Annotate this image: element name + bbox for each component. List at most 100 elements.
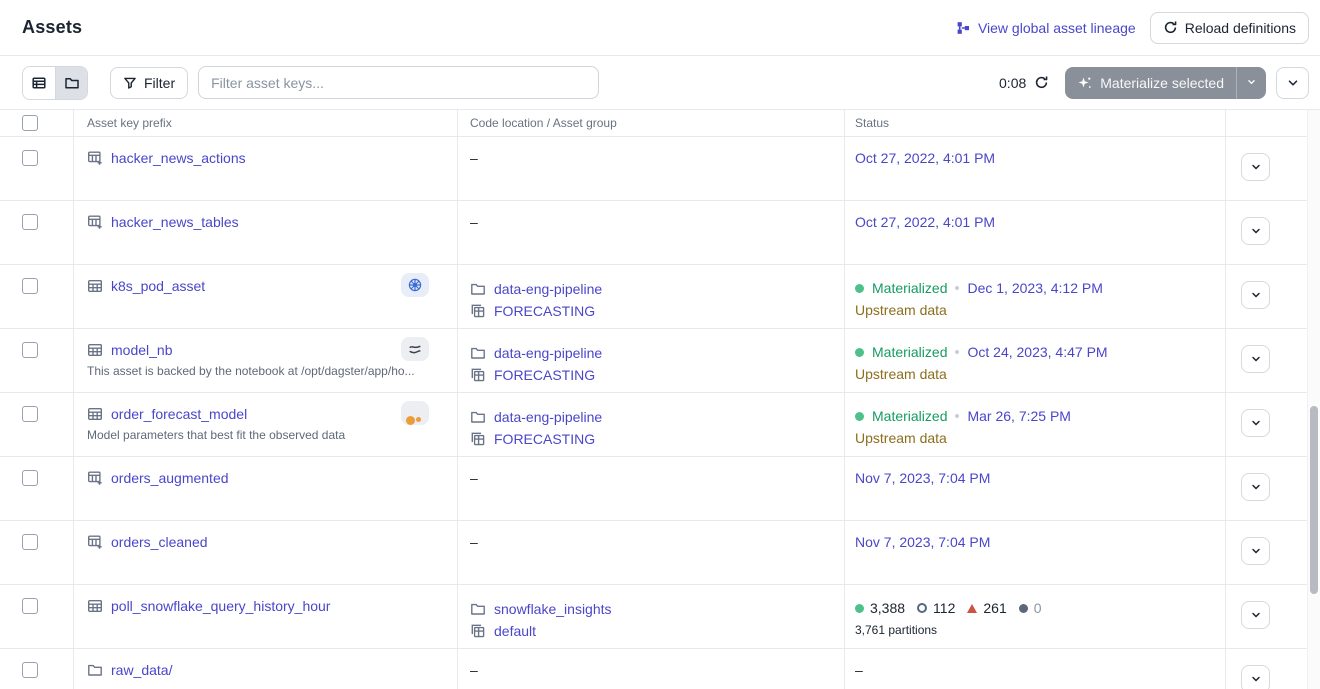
vertical-scrollbar-thumb[interactable] [1310, 406, 1318, 594]
column-header-actions [1226, 110, 1320, 136]
refresh-icon[interactable] [1034, 75, 1049, 90]
asset-key-filter-input[interactable] [198, 66, 599, 99]
kubernetes-icon [407, 277, 423, 293]
asset-group-link[interactable]: default [494, 623, 536, 639]
folder-view-toggle-button[interactable] [55, 67, 87, 99]
asset-name-link[interactable]: poll_snowflake_query_history_hour [111, 598, 330, 614]
partitions-observed-icon [917, 603, 927, 613]
filter-button[interactable]: Filter [110, 67, 188, 99]
asset-group-link[interactable]: FORECASTING [494, 303, 595, 319]
code-location-link[interactable]: data-eng-pipeline [494, 409, 602, 425]
code-location-link[interactable]: snowflake_insights [494, 601, 612, 617]
view-global-asset-lineage-link[interactable]: View global asset lineage [955, 20, 1136, 36]
status-label: Materialized [872, 408, 947, 424]
row-checkbox[interactable] [22, 534, 38, 550]
status-date-link[interactable]: Oct 27, 2022, 4:01 PM [855, 150, 995, 166]
row-checkbox[interactable] [22, 150, 38, 166]
table-row: poll_snowflake_query_history_hour snowfl… [0, 585, 1320, 649]
asset-name-link[interactable]: orders_augmented [111, 470, 229, 486]
row-checkbox[interactable] [22, 470, 38, 486]
row-checkbox[interactable] [22, 214, 38, 230]
location-lines: snowflake_insights default [470, 598, 844, 642]
row-checkbox[interactable] [22, 342, 38, 358]
code-location-link[interactable]: data-eng-pipeline [494, 345, 602, 361]
asset-table-icon [87, 342, 103, 358]
row-checkbox[interactable] [22, 406, 38, 422]
asset-table-plus-icon [87, 214, 103, 230]
asset-name-link[interactable]: hacker_news_actions [111, 150, 246, 166]
reload-definitions-button[interactable]: Reload definitions [1150, 12, 1309, 44]
row-expand-button[interactable] [1241, 217, 1270, 245]
row-checkbox[interactable] [22, 278, 38, 294]
filter-label: Filter [144, 75, 175, 91]
materialize-icon [1077, 75, 1093, 91]
asset-name-link[interactable]: k8s_pod_asset [111, 278, 205, 294]
row-expand-button[interactable] [1241, 153, 1270, 181]
status-note: Upstream data [855, 366, 1225, 382]
location-lines: data-eng-pipeline FORECASTING [470, 278, 844, 322]
lineage-icon [955, 20, 971, 36]
vertical-scrollbar-track[interactable] [1307, 110, 1320, 689]
select-all-checkbox[interactable] [22, 115, 38, 131]
asset-name-link[interactable]: order_forecast_model [111, 406, 247, 422]
lineage-label: View global asset lineage [978, 20, 1136, 36]
location-dash: – [470, 534, 844, 550]
status-date-link[interactable]: Nov 7, 2023, 7:04 PM [855, 534, 990, 550]
table-row: orders_cleaned – Nov 7, 2023, 7:04 PM [0, 521, 1320, 585]
list-view-toggle-button[interactable] [23, 67, 55, 99]
row-expand-button[interactable] [1241, 409, 1270, 437]
asset-badge [401, 401, 429, 425]
filter-icon [123, 76, 137, 90]
asset-name-link[interactable]: orders_cleaned [111, 534, 208, 550]
asset-name-link[interactable]: hacker_news_tables [111, 214, 239, 230]
status-dash: – [855, 662, 1225, 678]
status-counts: 3,388 112 261 0 3,761 partitions [855, 598, 1225, 637]
code-location-link[interactable]: data-eng-pipeline [494, 281, 602, 297]
toolbar-more-button[interactable] [1276, 67, 1309, 99]
location-lines: data-eng-pipeline FORECASTING [470, 342, 844, 386]
page-header: Assets View global asset lineage Reload … [0, 0, 1320, 56]
status-date-link2[interactable]: Oct 24, 2023, 4:47 PM [967, 344, 1107, 360]
status-date-link[interactable]: Nov 7, 2023, 7:04 PM [855, 470, 990, 486]
asset-name-link[interactable]: model_nb [111, 342, 173, 358]
status-date-link[interactable]: Oct 27, 2022, 4:01 PM [855, 214, 995, 230]
row-checkbox[interactable] [22, 662, 38, 678]
row-expand-button[interactable] [1241, 537, 1270, 565]
row-checkbox[interactable] [22, 598, 38, 614]
notebook-icon [407, 341, 423, 357]
asset-folder-icon [87, 662, 103, 678]
status-date-link2[interactable]: Mar 26, 7:25 PM [967, 408, 1071, 424]
code-location-folder-icon [470, 409, 486, 425]
table-row: order_forecast_model Model parameters th… [0, 393, 1320, 457]
column-header-status: Status [845, 110, 1226, 136]
materialized-dot-icon [855, 348, 864, 357]
materialize-selected-button[interactable]: Materialize selected [1065, 67, 1266, 99]
row-expand-button[interactable] [1241, 473, 1270, 501]
table-header-row: Asset key prefix Code location / Asset g… [0, 109, 1320, 137]
status-date-link2[interactable]: Dec 1, 2023, 4:12 PM [967, 280, 1102, 296]
materialize-dropdown-caret[interactable] [1237, 67, 1266, 99]
location-dash: – [470, 214, 844, 230]
asset-group-link[interactable]: FORECASTING [494, 367, 595, 383]
location-dash: – [470, 150, 844, 166]
chevron-down-icon [1250, 673, 1262, 685]
asset-description: This asset is backed by the notebook at … [87, 364, 445, 378]
asset-table-plus-icon [87, 470, 103, 486]
row-expand-button[interactable] [1241, 345, 1270, 373]
list-view-icon [31, 75, 47, 91]
assets-toolbar: Filter 0:08 Materialize selected [0, 56, 1320, 109]
row-expand-button[interactable] [1241, 665, 1270, 689]
location-lines: data-eng-pipeline FORECASTING [470, 406, 844, 450]
code-location-folder-icon [470, 601, 486, 617]
status-date: Oct 27, 2022, 4:01 PM [855, 150, 1225, 166]
row-expand-button[interactable] [1241, 281, 1270, 309]
row-expand-button[interactable] [1241, 601, 1270, 629]
asset-group-link[interactable]: FORECASTING [494, 431, 595, 447]
asset-table-plus-icon [87, 150, 103, 166]
table-row: hacker_news_tables – Oct 27, 2022, 4:01 … [0, 201, 1320, 265]
asset-table-icon [87, 278, 103, 294]
table-row: hacker_news_actions – Oct 27, 2022, 4:01… [0, 137, 1320, 201]
asset-name-link[interactable]: raw_data/ [111, 662, 172, 678]
status-date: Oct 27, 2022, 4:01 PM [855, 214, 1225, 230]
status-partitions-note: 3,761 partitions [855, 623, 1225, 637]
